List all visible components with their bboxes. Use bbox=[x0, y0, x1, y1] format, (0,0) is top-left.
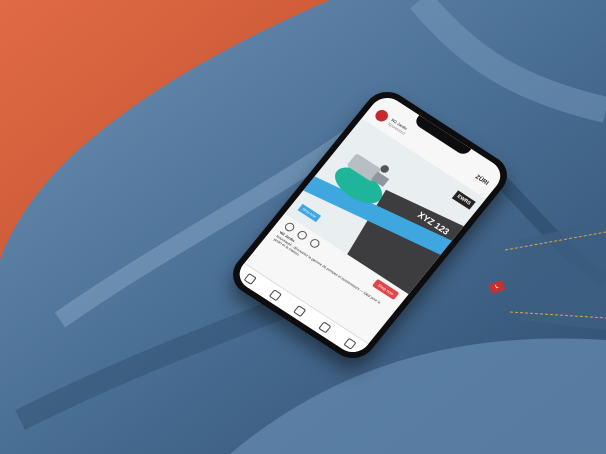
profile-icon[interactable] bbox=[343, 337, 357, 350]
jeans-tab-text: L bbox=[494, 283, 500, 291]
account-avatar[interactable] bbox=[372, 107, 391, 124]
brand-badge: EWRS bbox=[451, 190, 476, 210]
home-icon[interactable] bbox=[244, 272, 258, 285]
add-icon[interactable] bbox=[293, 304, 308, 317]
share-icon[interactable] bbox=[308, 237, 322, 250]
account-info: W2 Jardin Sponsored bbox=[387, 117, 410, 135]
post-tag: Shop now bbox=[297, 203, 321, 222]
search-icon[interactable] bbox=[268, 288, 283, 301]
photo-scene: L W2 Jardin Sponsored ZÜRI EWRS XYZ 123 … bbox=[0, 0, 606, 454]
like-icon[interactable] bbox=[283, 221, 297, 234]
heart-icon[interactable] bbox=[318, 321, 332, 334]
comment-icon[interactable] bbox=[295, 229, 309, 242]
brand-logo: ZÜRI bbox=[473, 174, 490, 187]
